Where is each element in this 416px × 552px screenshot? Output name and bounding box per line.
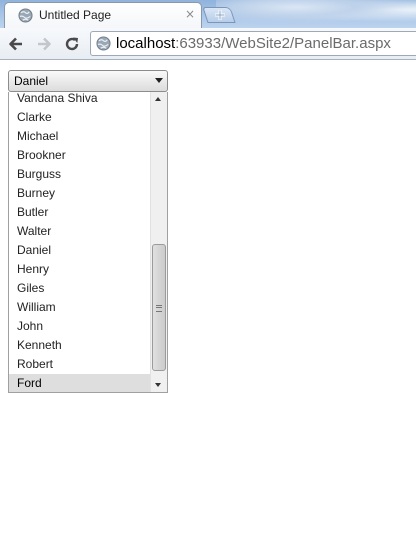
close-icon[interactable]: × [185, 7, 195, 21]
plus-icon [215, 10, 225, 20]
dropdown-options: Vandana Shiva Clarke Michael Brookner Bu… [9, 92, 151, 392]
scrollbar[interactable] [150, 92, 167, 392]
browser-tab[interactable]: Untitled Page × [4, 2, 202, 28]
scroll-up-arrow-icon[interactable] [155, 97, 161, 101]
list-item[interactable]: Butler [9, 203, 151, 222]
list-item[interactable]: Giles [9, 279, 151, 298]
new-tab-button[interactable] [202, 7, 236, 23]
list-item[interactable]: Clarke [9, 108, 151, 127]
list-item-highlighted[interactable]: Ford [9, 374, 151, 392]
grip-icon [156, 305, 162, 312]
list-item[interactable]: Vandana Shiva [9, 92, 151, 108]
scrollbar-thumb[interactable] [152, 244, 166, 371]
url-text: localhost:63933/WebSite2/PanelBar.aspx [116, 35, 391, 52]
list-item[interactable]: Henry [9, 260, 151, 279]
list-item[interactable]: Kenneth [9, 336, 151, 355]
url-path: :63933/WebSite2/PanelBar.aspx [175, 35, 391, 52]
reload-icon[interactable] [63, 35, 81, 53]
name-dropdown[interactable]: Daniel [8, 70, 168, 92]
list-item[interactable]: Daniel [9, 241, 151, 260]
browser-toolbar: localhost:63933/WebSite2/PanelBar.aspx [0, 28, 416, 60]
address-bar[interactable]: localhost:63933/WebSite2/PanelBar.aspx [90, 31, 416, 56]
list-item[interactable]: John [9, 317, 151, 336]
chevron-down-icon[interactable] [155, 78, 163, 83]
list-item[interactable]: William [9, 298, 151, 317]
url-host: localhost [116, 35, 176, 52]
globe-icon [96, 36, 111, 51]
list-item[interactable]: Burney [9, 184, 151, 203]
globe-icon [18, 8, 33, 23]
list-item[interactable]: Michael [9, 127, 151, 146]
window-frame-background [216, 0, 416, 24]
list-item[interactable]: Walter [9, 222, 151, 241]
tab-strip: Untitled Page × [0, 0, 416, 28]
scroll-down-arrow-icon[interactable] [155, 383, 161, 387]
tab-title: Untitled Page [39, 8, 112, 22]
list-item[interactable]: Brookner [9, 146, 151, 165]
list-item[interactable]: Burguss [9, 165, 151, 184]
list-item[interactable]: Robert [9, 355, 151, 374]
dropdown-list[interactable]: Vandana Shiva Clarke Michael Brookner Bu… [8, 92, 168, 393]
back-arrow-icon[interactable] [7, 35, 25, 53]
forward-arrow-icon[interactable] [35, 35, 53, 53]
dropdown-selected-value: Daniel [14, 74, 49, 88]
